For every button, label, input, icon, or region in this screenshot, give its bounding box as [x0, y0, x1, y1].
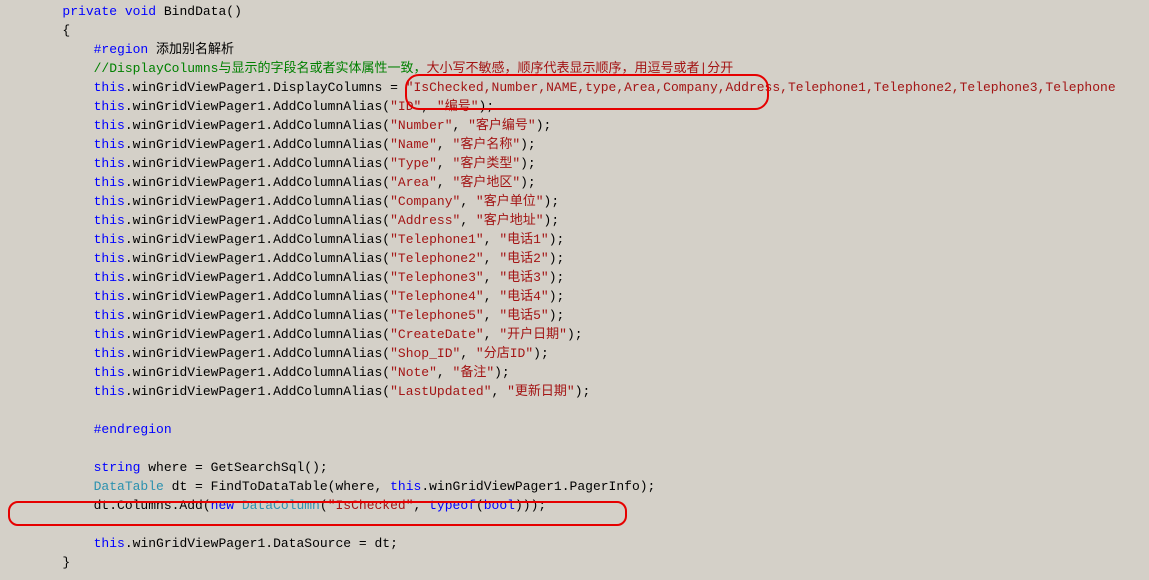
code-block: private void BindData() { #region 添加别名解析… [0, 0, 1149, 572]
